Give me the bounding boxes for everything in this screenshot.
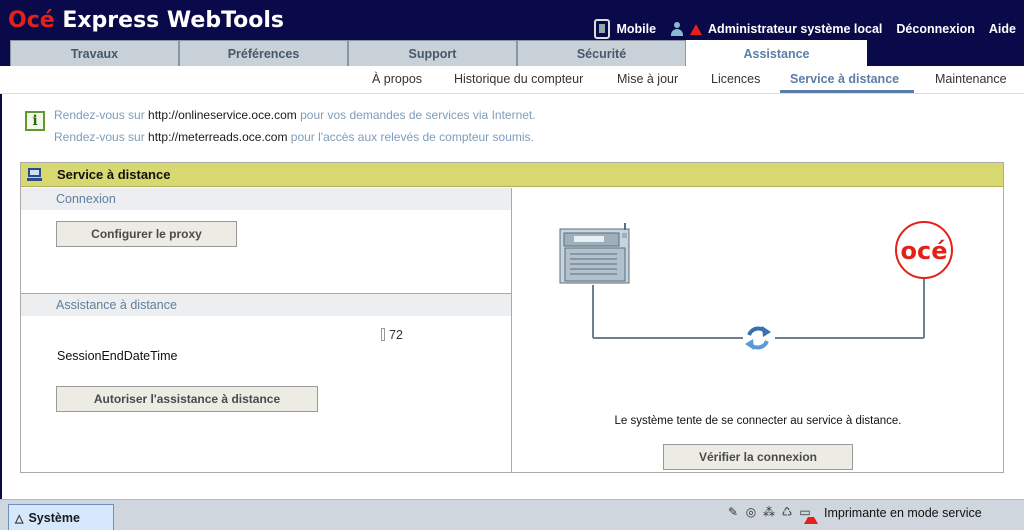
- subnav-maintenance[interactable]: Maintenance: [935, 72, 1007, 86]
- settings-column: Connexion Configurer le proxy Assistance…: [21, 188, 512, 473]
- hours-value: 72: [389, 328, 403, 342]
- subnav-a-propos[interactable]: À propos: [372, 72, 422, 86]
- subnav-mise-a-jour[interactable]: Mise à jour: [617, 72, 678, 86]
- info-suffix: pour l'accès aux relevés de compteur sou…: [287, 130, 534, 144]
- mobile-icon: [594, 19, 611, 39]
- remote-service-panel: Service à distance Connexion Configurer …: [20, 162, 1004, 473]
- warning-icon: [690, 23, 703, 35]
- left-border: [0, 66, 2, 506]
- info-line-online-service: Rendez-vous sur http://onlineservice.oce…: [54, 108, 536, 122]
- sync-icon: [745, 326, 771, 350]
- subnav-licences[interactable]: Licences: [711, 72, 760, 86]
- app-logo: Océ Express WebTools: [8, 8, 284, 33]
- info-suffix: pour vos demandes de services via Intern…: [296, 108, 536, 122]
- logout-link[interactable]: Déconnexion: [896, 22, 975, 36]
- info-icon: i: [25, 111, 45, 131]
- system-tab-label: Système: [28, 511, 80, 525]
- tab-preferences[interactable]: Préférences: [179, 40, 348, 66]
- oce-logo-text: océ: [901, 237, 948, 265]
- laptop-icon: [27, 168, 42, 182]
- panel-title: Service à distance: [57, 167, 171, 182]
- verify-connection-button[interactable]: Vérifier la connexion: [663, 444, 853, 470]
- online-service-url: http://onlineservice.oce.com: [148, 108, 297, 122]
- main-tabs: Travaux Préférences Support Sécurité Ass…: [10, 40, 867, 66]
- user-link[interactable]: Administrateur système local: [670, 22, 882, 36]
- user-link-label[interactable]: Administrateur système local: [708, 22, 882, 36]
- connection-diagram: océ Le système tente de se connecter au …: [513, 188, 1003, 473]
- sub-navigation: À propos Historique du compteur Mise à j…: [0, 66, 1024, 94]
- configure-proxy-button[interactable]: Configurer le proxy: [56, 221, 237, 247]
- meter-reads-url: http://meterreads.oce.com: [148, 130, 288, 144]
- subnav-historique-compteur[interactable]: Historique du compteur: [454, 72, 583, 86]
- pattern-icon: ⁂: [763, 505, 775, 519]
- product-name: Express WebTools: [54, 8, 285, 33]
- status-icons: ✎ ◎ ⁂ ♺ ▭: [726, 505, 818, 524]
- authorize-remote-assistance-button[interactable]: Autoriser l'assistance à distance: [56, 386, 318, 412]
- subnav-service-a-distance[interactable]: Service à distance: [790, 72, 899, 86]
- mobile-link[interactable]: Mobile: [594, 19, 656, 39]
- panel-header: Service à distance: [21, 163, 1003, 187]
- header-links: Mobile Administrateur système local Déco…: [594, 19, 1016, 39]
- printer-status-text: Imprimante en mode service: [824, 506, 982, 520]
- printer-icon: [559, 223, 630, 284]
- triangle-up-icon: △: [15, 512, 24, 525]
- system-tab[interactable]: △ Système: [8, 504, 114, 530]
- brand-name: Océ: [8, 8, 55, 33]
- hours-spinner-icon: [381, 328, 385, 341]
- subnav-active-indicator: [780, 90, 914, 93]
- tab-securite[interactable]: Sécurité: [517, 40, 686, 66]
- user-icon: [670, 22, 684, 36]
- bottom-status-bar: △ Système ✎ ◎ ⁂ ♺ ▭ Imprimante en mode s…: [0, 499, 1024, 530]
- oce-logo: océ: [895, 221, 953, 279]
- printer-warning-icon: ▭: [798, 505, 818, 524]
- disc-icon: ◎: [745, 505, 757, 519]
- help-link[interactable]: Aide: [989, 22, 1016, 36]
- remote-assistance-heading: Assistance à distance: [21, 294, 511, 316]
- info-line-meter-reads: Rendez-vous sur http://meterreads.oce.co…: [54, 130, 534, 144]
- tab-assistance[interactable]: Assistance: [686, 40, 867, 66]
- tab-support[interactable]: Support: [348, 40, 517, 66]
- info-prefix: Rendez-vous sur: [54, 108, 149, 122]
- info-prefix: Rendez-vous sur: [54, 130, 149, 144]
- connection-status-text: Le système tente de se connecter au serv…: [614, 415, 902, 427]
- session-end-label: SessionEndDateTime: [57, 349, 178, 363]
- session-hours: 72: [381, 328, 403, 342]
- recycle-icon: ♺: [781, 505, 793, 519]
- mobile-link-label[interactable]: Mobile: [616, 22, 656, 36]
- connection-heading: Connexion: [21, 188, 511, 210]
- pen-icon: ✎: [727, 505, 739, 519]
- tab-travaux[interactable]: Travaux: [10, 40, 179, 66]
- connection-diagram-graphic: océ: [559, 221, 953, 350]
